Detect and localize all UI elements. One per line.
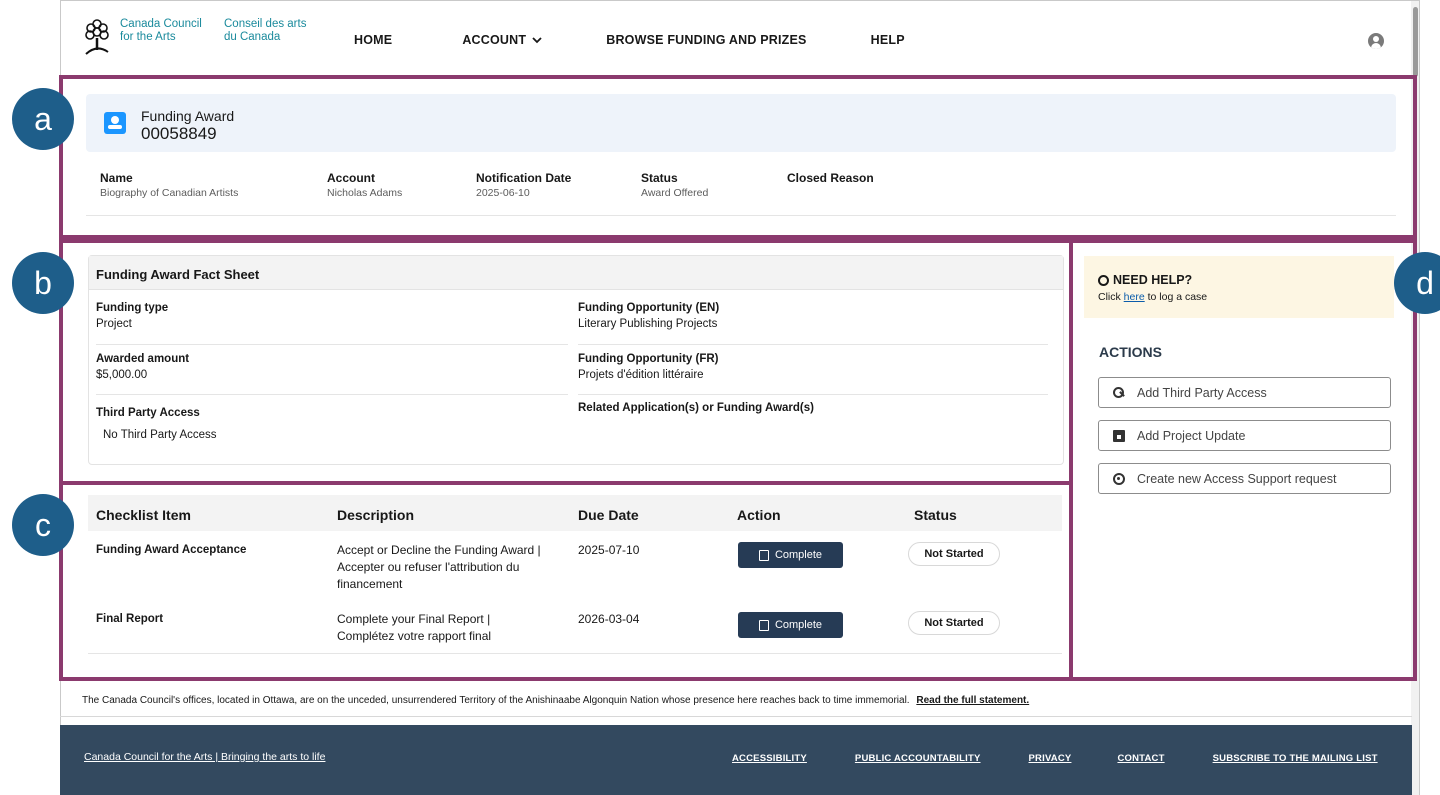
land-acknowledgement: The Canada Council's offices, located in… [82,695,1029,706]
site-logo[interactable]: Canada Council for the Arts Conseil des a… [82,18,316,58]
divider [60,716,1412,717]
site-header: Canada Council for the Arts Conseil des a… [60,0,1412,76]
tree-logo-icon [85,19,109,55]
chevron-down-icon [532,36,542,43]
footer-links: ACCESSIBILITY PUBLIC ACCOUNTABILITY PRIV… [732,753,1378,764]
logo-fr-line2: du Canada [224,31,281,43]
footer-link-contact[interactable]: CONTACT [1117,753,1164,764]
nav-account[interactable]: ACCOUNT [462,33,542,47]
app-root: Canada Council for the Arts Conseil des a… [0,0,1440,795]
annotation-frame-c [59,481,1073,681]
footer-link-subscribe[interactable]: SUBSCRIBE TO THE MAILING LIST [1213,753,1378,764]
annotation-frame-b [59,239,1073,485]
annotation-badge-b: b [12,252,74,314]
read-full-statement-link[interactable]: Read the full statement. [916,695,1029,706]
land-acknowledgement-text: The Canada Council's offices, located in… [82,695,910,706]
scrollbar-thumb[interactable] [1413,7,1418,77]
nav-home[interactable]: HOME [354,33,392,47]
annotation-frame-d [1069,239,1417,681]
logo-text: Canada Council for the Arts Conseil des a… [120,18,316,44]
logo-en-line1: Canada Council [120,18,202,30]
nav-help[interactable]: HELP [871,33,905,47]
user-avatar-icon[interactable] [1368,33,1384,49]
annotation-badge-a: a [12,88,74,150]
nav-account-label: ACCOUNT [462,33,527,47]
nav-browse-funding[interactable]: BROWSE FUNDING AND PRIZES [606,33,806,47]
logo-fr-line1: Conseil des arts [224,18,307,30]
footer-brand-link[interactable]: Canada Council for the Arts | Bringing t… [84,751,325,763]
site-footer: Canada Council for the Arts | Bringing t… [60,725,1412,795]
footer-link-privacy[interactable]: PRIVACY [1029,753,1072,764]
annotation-frame-a [59,75,1417,239]
footer-link-public-accountability[interactable]: PUBLIC ACCOUNTABILITY [855,753,981,764]
logo-en-line2: for the Arts [120,31,176,43]
footer-link-accessibility[interactable]: ACCESSIBILITY [732,753,807,764]
annotation-badge-c: c [12,494,74,556]
main-nav: HOME ACCOUNT BROWSE FUNDING AND PRIZES H… [354,33,905,47]
